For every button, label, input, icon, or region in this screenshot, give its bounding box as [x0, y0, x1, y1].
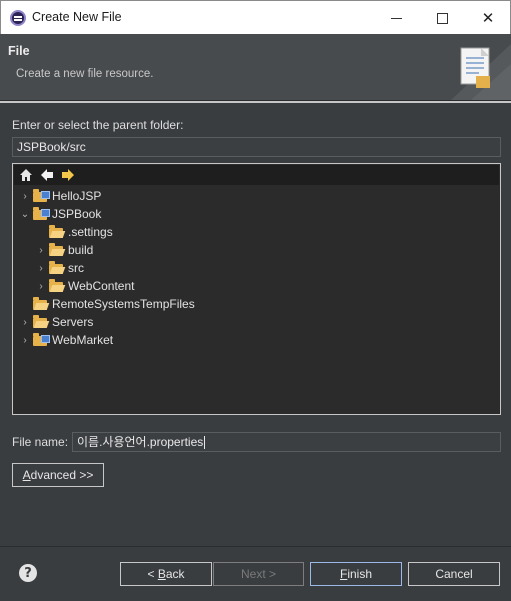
chevron-right-icon[interactable]: ›: [36, 245, 46, 256]
tree-item-jspbook[interactable]: ⌄ JSPBook: [20, 205, 101, 223]
project-icon: [32, 207, 50, 221]
finish-button[interactable]: Finish: [310, 562, 402, 586]
advanced-label: dvanced >>: [30, 468, 94, 482]
file-name-label: File name:: [12, 435, 69, 449]
close-button[interactable]: ✕: [465, 1, 511, 35]
title-bar: Create New File ✕: [0, 0, 511, 34]
home-icon[interactable]: [18, 167, 34, 183]
parent-folder-input[interactable]: JSPBook/src: [12, 137, 501, 157]
tree-item-hellojsp[interactable]: › HelloJSP: [20, 187, 101, 205]
tree-item-label: JSPBook: [52, 207, 102, 221]
folder-icon: [32, 315, 48, 329]
new-file-wizard-icon: [451, 44, 511, 100]
tree-item-src[interactable]: › src: [36, 259, 84, 277]
minimize-button[interactable]: [373, 1, 419, 35]
folder-tree[interactable]: › HelloJSP ⌄ JSPBook .settings › build ›…: [12, 163, 501, 415]
folder-icon: [48, 225, 64, 239]
cancel-label: Cancel: [435, 567, 473, 581]
tree-item-settings[interactable]: .settings: [36, 223, 113, 241]
wizard-header: File Create a new file resource.: [0, 34, 511, 101]
back-mnemonic: B: [157, 567, 166, 581]
tree-item-label: build: [68, 243, 94, 257]
help-icon[interactable]: ?: [19, 564, 37, 582]
file-name-input[interactable]: 이름.사용언어.properties: [72, 432, 501, 452]
project-icon: [32, 333, 50, 347]
tree-item-label: .settings: [68, 225, 113, 239]
project-icon: [32, 189, 50, 203]
advanced-mnemonic: A: [22, 468, 31, 482]
next-label: Next >: [240, 567, 276, 581]
maximize-button[interactable]: [419, 1, 465, 35]
minimize-icon: [390, 17, 402, 19]
chevron-right-icon[interactable]: ›: [20, 317, 30, 328]
tree-item-servers[interactable]: › Servers: [20, 313, 93, 331]
advanced-button[interactable]: Advanced >>: [12, 463, 104, 487]
folder-icon: [48, 243, 64, 257]
folder-icon: [48, 279, 64, 293]
cancel-button[interactable]: Cancel: [408, 562, 500, 586]
chevron-right-icon[interactable]: ›: [36, 263, 46, 274]
chevron-right-icon[interactable]: ›: [20, 335, 30, 346]
close-icon: ✕: [481, 8, 495, 27]
chevron-right-icon[interactable]: ›: [36, 281, 46, 292]
tree-item-label: HelloJSP: [52, 189, 102, 203]
tree-item-label: Servers: [52, 315, 94, 329]
tree-item-label: src: [68, 261, 84, 275]
tree-item-remotesystemstempfiles[interactable]: RemoteSystemsTempFiles: [20, 295, 195, 313]
header-separator: [0, 101, 511, 103]
file-name-value: 이름.사용언어.properties: [77, 435, 204, 449]
wizard-title: File: [8, 44, 30, 58]
next-button[interactable]: Next >: [213, 562, 304, 586]
tree-item-webmarket[interactable]: › WebMarket: [20, 331, 113, 349]
window-title: Create New File: [32, 10, 122, 24]
back-prefix: <: [147, 567, 158, 581]
tree-item-build[interactable]: › build: [36, 241, 93, 259]
parent-folder-label: Enter or select the parent folder:: [12, 118, 184, 132]
maximize-icon: [436, 12, 448, 24]
folder-icon: [48, 261, 64, 275]
back-button[interactable]: < Back: [120, 562, 212, 586]
wizard-description: Create a new file resource.: [16, 68, 154, 80]
chevron-down-icon[interactable]: ⌄: [20, 209, 30, 220]
tree-item-webcontent[interactable]: › WebContent: [36, 277, 135, 295]
chevron-right-icon[interactable]: ›: [20, 191, 30, 202]
tree-item-label: WebMarket: [52, 333, 114, 347]
forward-arrow-icon[interactable]: [60, 167, 76, 183]
footer-separator: [0, 546, 511, 547]
folder-icon: [32, 297, 48, 311]
tree-toolbar: [14, 165, 499, 185]
tree-item-label: RemoteSystemsTempFiles: [52, 297, 195, 311]
finish-mnemonic: F: [339, 567, 348, 581]
tree-item-label: WebContent: [68, 279, 135, 293]
back-arrow-icon[interactable]: [39, 167, 55, 183]
back-label: ack: [165, 567, 185, 581]
eclipse-app-icon: [10, 10, 26, 26]
text-cursor: [204, 436, 206, 450]
finish-label: inish: [347, 567, 373, 581]
